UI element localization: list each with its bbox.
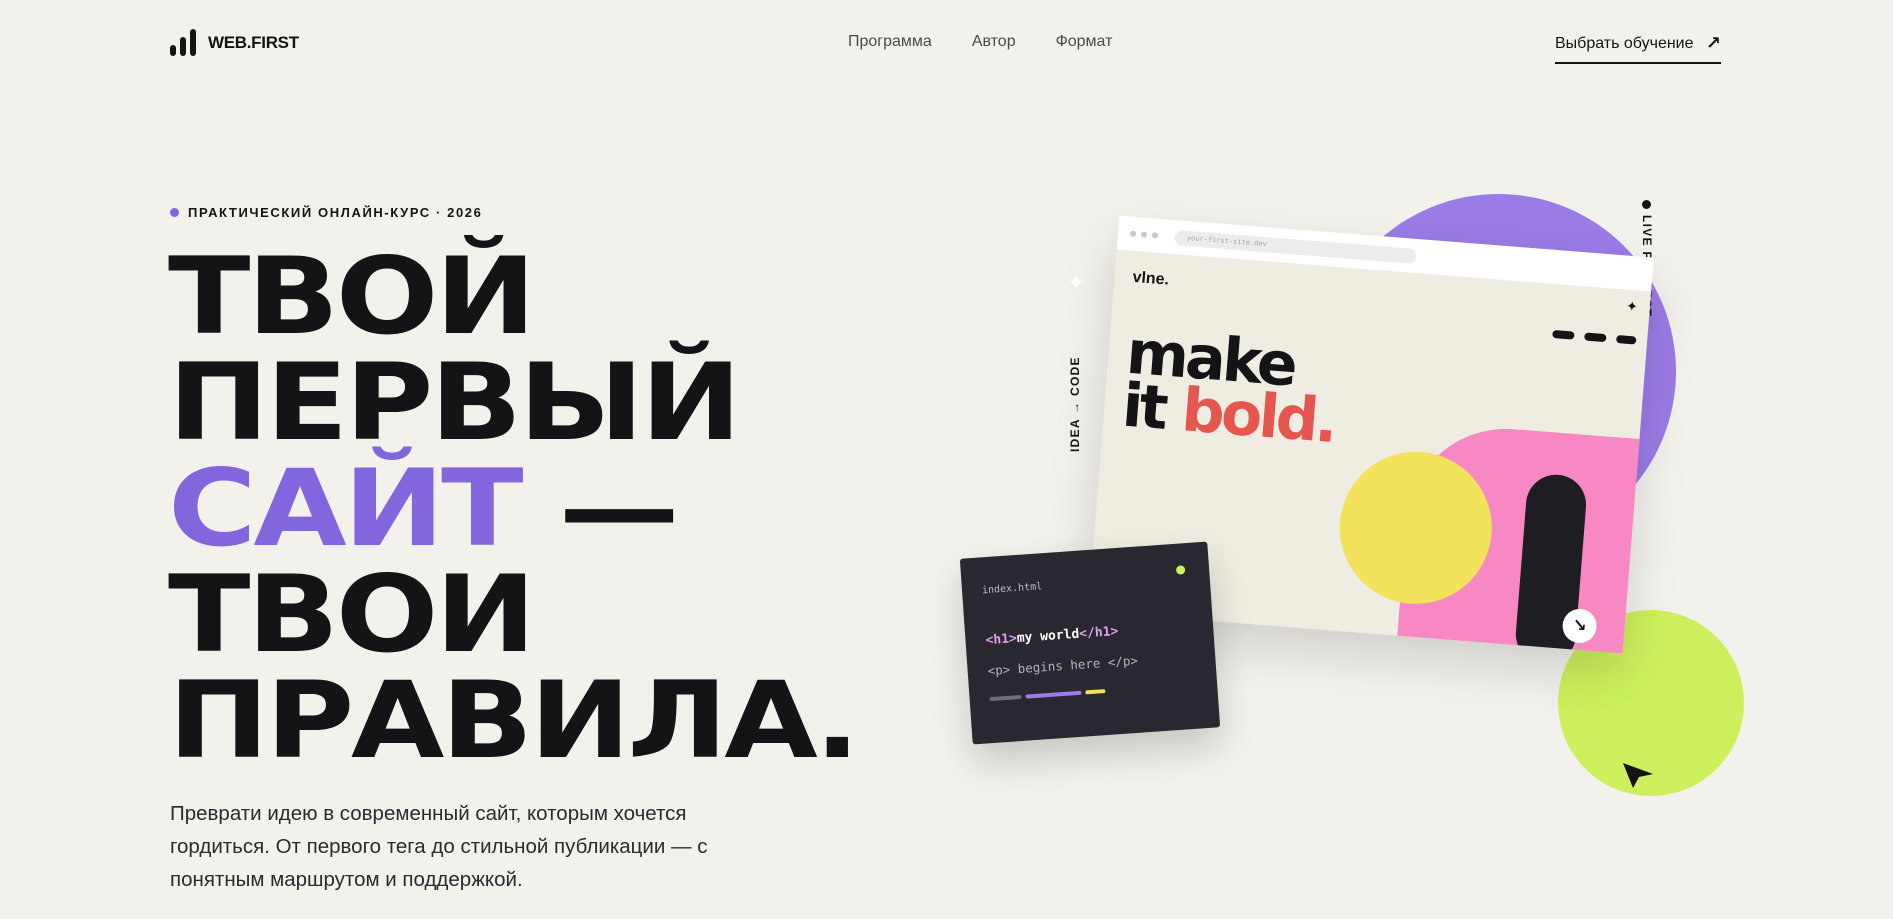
code-text: my world <box>1016 626 1080 647</box>
headline-line-5: ПРАВИЛА. <box>168 659 860 782</box>
mock-menu-dash <box>1615 334 1637 345</box>
status-dot-icon <box>1175 565 1186 575</box>
bars-logo-icon <box>170 29 196 56</box>
mock-hero-word: it <box>1119 370 1168 444</box>
live-dot-icon <box>1642 200 1652 209</box>
eyebrow-text: ПРАКТИЧЕСКИЙ ОНЛАЙН-КУРС · 2026 <box>188 205 483 220</box>
code-bar <box>1085 689 1106 695</box>
course-eyebrow: ПРАКТИЧЕСКИЙ ОНЛАЙН-КУРС · 2026 <box>170 205 482 220</box>
cta-label: Выбрать обучение <box>1555 34 1694 52</box>
code-progress-bars <box>989 689 1106 702</box>
code-line-2: <p> begins here </p> <box>987 652 1139 679</box>
window-dot-icon <box>1151 232 1159 239</box>
headline-accent-word: САЙТ <box>168 447 524 570</box>
mock-menu-dash <box>1584 332 1607 343</box>
hero-description: Преврати идею в современный сайт, которы… <box>170 802 708 891</box>
window-dot-icon <box>1129 230 1137 237</box>
mock-hero-accent: bold. <box>1179 375 1338 457</box>
headline-line-4: ТВОИ <box>168 553 536 676</box>
star-icon: ✦ <box>1625 297 1639 315</box>
headline-dash: — <box>520 447 680 570</box>
mock-hero-text: make it bold. <box>1120 318 1340 457</box>
code-bar <box>989 694 1022 702</box>
idea-to-code-label: IDEA → CODE <box>1068 356 1082 452</box>
browser-url-bar: your-first-site.dev <box>1174 229 1417 264</box>
nav-link-author[interactable]: Автор <box>972 33 1016 51</box>
site-header: WEB.FIRST Программа Автор Формат Выбрать… <box>0 0 1893 88</box>
code-bar <box>1025 690 1082 699</box>
code-line-1: <h1>my world</h1> <box>985 624 1119 648</box>
nav-link-format[interactable]: Формат <box>1056 33 1113 51</box>
window-dot-icon <box>1140 231 1148 238</box>
eyebrow-dot-icon <box>170 208 179 217</box>
mock-menu-dash <box>1552 329 1575 340</box>
logo-text: WEB.FIRST <box>208 33 299 52</box>
headline-line-1: ТВОЙ <box>168 235 536 358</box>
code-open-tag: <h1> <box>985 631 1018 649</box>
choose-course-button[interactable]: Выбрать обучение ↗ <box>1555 33 1721 64</box>
code-editor-card: index.html <h1>my world</h1> <p> begins … <box>959 541 1221 745</box>
main-nav: Программа Автор Формат <box>848 33 1112 51</box>
logo[interactable]: WEB.FIRST <box>170 29 299 56</box>
headline-line-3: САЙТ — <box>168 456 857 562</box>
headline-line-2: ПЕРВЫЙ <box>168 341 742 464</box>
nav-link-program[interactable]: Программа <box>848 33 932 51</box>
code-close-tag: </h1> <box>1078 624 1119 642</box>
hero-headline: ТВОЙ ПЕРВЫЙ САЙТ — ТВОИ ПРАВИЛА. <box>168 235 860 782</box>
code-filename: index.html <box>981 581 1043 597</box>
arrow-up-right-icon: ↗ <box>1705 33 1721 53</box>
mock-hero-line-2: it bold. <box>1120 371 1337 457</box>
mock-site-logo: vlne. <box>1131 268 1170 289</box>
sparkle-icon: ✦ <box>1067 270 1086 295</box>
cursor-arrow-icon <box>1623 763 1653 788</box>
